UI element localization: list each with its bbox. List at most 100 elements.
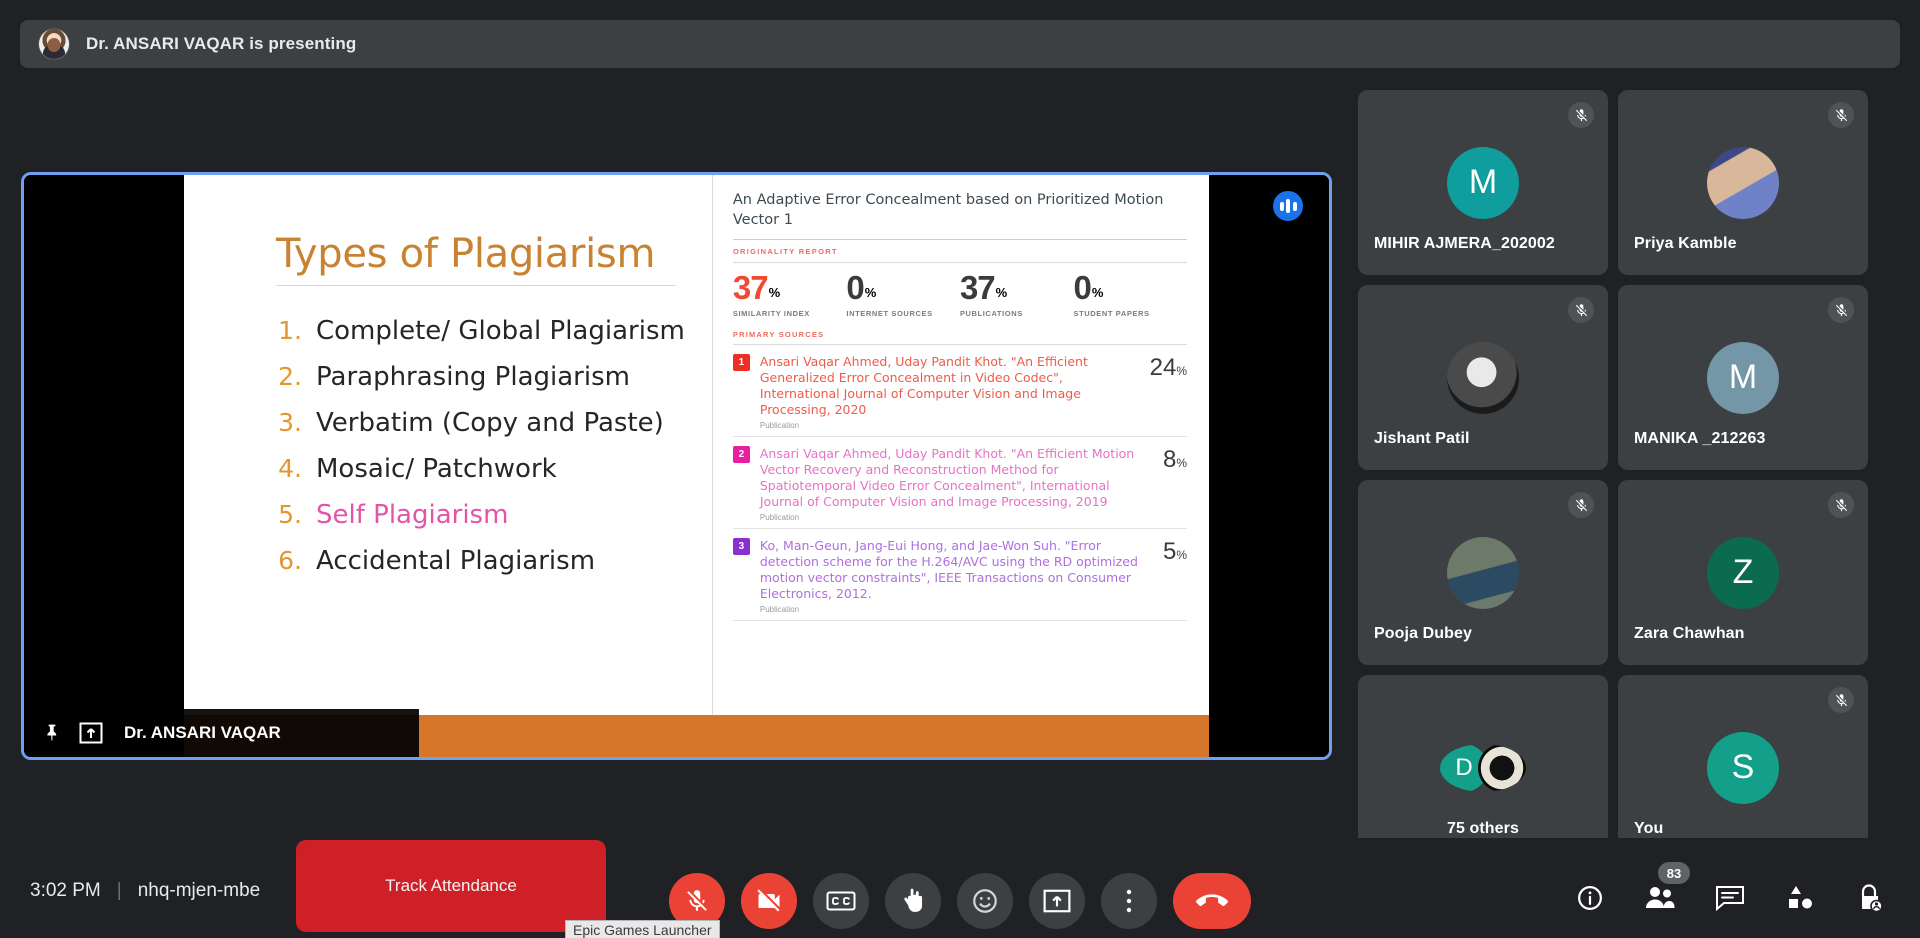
list-item-label: Complete/ Global Plagiarism — [316, 316, 685, 346]
avatar-stack: D — [1440, 743, 1526, 792]
participant-row: Pooja Dubey Z Zara Chawhan — [1358, 480, 1898, 665]
right-toolbar: 83 — [1570, 862, 1890, 918]
list-item: 5. Self Plagiarism — [276, 500, 712, 530]
meeting-meta: 3:02 PM | nhq-mjen-mbe — [30, 880, 260, 902]
score-unit: % — [995, 285, 1008, 301]
more-vertical-icon — [1125, 888, 1133, 914]
reactions-button[interactable] — [957, 873, 1013, 929]
participant-tile[interactable]: M MIHIR AJMERA_202002 — [1358, 90, 1608, 275]
source-row: 3 Ko, Man-Geun, Jang-Eui Hong, and Jae-W… — [732, 529, 1187, 622]
taskbar-tooltip: Epic Games Launcher — [565, 920, 720, 938]
pin-icon[interactable] — [42, 722, 62, 744]
participant-row: M MIHIR AJMERA_202002 Priya Kamble — [1358, 90, 1898, 275]
source-kind: Publication — [759, 605, 800, 615]
presenting-banner: Dr. ANSARI VAQAR is presenting — [20, 20, 1900, 68]
camera-off-icon — [755, 887, 783, 915]
captions-button[interactable] — [813, 873, 869, 929]
participants-count-badge: 83 — [1658, 862, 1690, 884]
raise-hand-button[interactable] — [885, 873, 941, 929]
meta-separator: | — [116, 880, 122, 901]
report-divider — [732, 239, 1187, 241]
score-unit: % — [768, 285, 781, 301]
mic-off-icon — [1828, 492, 1854, 518]
participant-tile-others[interactable]: D 75 others — [1358, 675, 1608, 860]
participant-row: D 75 others S You — [1358, 675, 1898, 860]
hand-icon — [900, 887, 926, 915]
more-options-button[interactable] — [1101, 873, 1157, 929]
report-divider — [732, 262, 1187, 264]
source-rank-badge: 1 — [732, 354, 750, 372]
participant-name: Zara Chawhan — [1634, 625, 1745, 642]
presentation-stage[interactable]: Types of Plagiarism 1. Complete/ Global … — [21, 172, 1332, 760]
participant-tile[interactable]: M MANIKA _212263 — [1618, 285, 1868, 470]
originality-report: An Adaptive Error Concealment based on P… — [711, 175, 1209, 757]
meeting-details-button[interactable] — [1570, 878, 1610, 918]
participant-tile[interactable]: Z Zara Chawhan — [1618, 480, 1868, 665]
participant-tile[interactable]: Priya Kamble — [1618, 90, 1868, 275]
score-caption: PUBLICATIONS — [959, 309, 1023, 319]
score-similarity-index: 37% SIMILARITY INDEX — [733, 271, 847, 318]
avatar: M — [1447, 146, 1519, 219]
source-row: 2 Ansari Vaqar Ahmed, Uday Pandit Khot. … — [732, 437, 1187, 530]
shared-slide: Types of Plagiarism 1. Complete/ Global … — [24, 175, 1329, 757]
score-student-papers: 0% STUDENT PAPERS — [1073, 271, 1187, 318]
slide-title: Types of Plagiarism — [276, 231, 656, 277]
avatar: M — [1707, 341, 1779, 414]
score-unit: % — [1091, 285, 1104, 301]
leave-call-button[interactable] — [1173, 873, 1251, 929]
list-item-number: 4. — [278, 454, 302, 483]
info-icon — [1576, 884, 1604, 912]
present-screen-icon[interactable] — [78, 722, 104, 744]
host-controls-button[interactable] — [1850, 878, 1890, 918]
camera-off-button[interactable] — [741, 873, 797, 929]
participant-name: MIHIR AJMERA_202002 — [1374, 235, 1555, 252]
list-item-label: Self Plagiarism — [316, 500, 509, 530]
list-item-number: 3. — [278, 408, 302, 437]
list-item: 2. Paraphrasing Plagiarism — [276, 362, 712, 392]
source-citation: Ansari Vaqar Ahmed, Uday Pandit Khot. "A… — [759, 446, 1135, 510]
avatar: Z — [1707, 536, 1779, 609]
participants-button[interactable]: 83 — [1640, 862, 1690, 918]
mic-off-icon — [1828, 102, 1854, 128]
participant-tile-self[interactable]: S You — [1618, 675, 1868, 860]
list-item-label: Verbatim (Copy and Paste) — [316, 408, 664, 438]
avatar: S — [1707, 731, 1779, 804]
track-attendance-button[interactable]: Track Attendance — [296, 840, 606, 932]
title-underline — [276, 285, 676, 286]
chat-icon — [1715, 884, 1745, 912]
list-item-number: 5. — [278, 500, 302, 529]
participant-tile[interactable]: Pooja Dubey — [1358, 480, 1608, 665]
participant-name: Jishant Patil — [1374, 430, 1470, 447]
participant-name: You — [1634, 820, 1664, 837]
present-now-button[interactable] — [1029, 873, 1085, 929]
bottom-toolbar: 3:02 PM | nhq-mjen-mbe Track Attendance — [0, 838, 1920, 938]
list-item: 3. Verbatim (Copy and Paste) — [276, 408, 712, 438]
slide-letterbox-left — [24, 175, 184, 757]
people-icon — [1644, 884, 1676, 912]
score-unit: % — [864, 285, 877, 301]
mic-off-icon — [1568, 297, 1594, 323]
emoji-icon — [971, 887, 999, 915]
report-kicker: ORIGINALITY REPORT — [732, 247, 838, 257]
slide-left-column: Types of Plagiarism 1. Complete/ Global … — [184, 175, 712, 757]
primary-sources-kicker: PRIMARY SOURCES — [732, 330, 825, 340]
mic-off-icon — [1828, 297, 1854, 323]
meeting-code: nhq-mjen-mbe — [137, 880, 261, 901]
activities-button[interactable] — [1780, 878, 1820, 918]
chat-button[interactable] — [1710, 878, 1750, 918]
activities-icon — [1785, 884, 1815, 912]
presenting-audio-icon — [1273, 191, 1303, 221]
score-value: 37 — [732, 269, 769, 307]
participant-tile[interactable]: Jishant Patil — [1358, 285, 1608, 470]
hangup-icon — [1196, 885, 1228, 917]
list-item-label: Paraphrasing Plagiarism — [316, 362, 630, 392]
source-percent: 5% — [1162, 538, 1187, 566]
source-body: Ansari Vaqar Ahmed, Uday Pandit Khot. "A… — [760, 446, 1147, 522]
list-item: 1. Complete/ Global Plagiarism — [276, 316, 712, 346]
mic-off-icon — [1828, 687, 1854, 713]
mic-off-icon — [684, 888, 710, 914]
source-body: Ko, Man-Geun, Jang-Eui Hong, and Jae-Won… — [760, 538, 1147, 614]
participant-name: MANIKA _212263 — [1634, 430, 1766, 447]
source-rank-badge: 2 — [732, 446, 750, 464]
score-caption: SIMILARITY INDEX — [732, 309, 810, 319]
